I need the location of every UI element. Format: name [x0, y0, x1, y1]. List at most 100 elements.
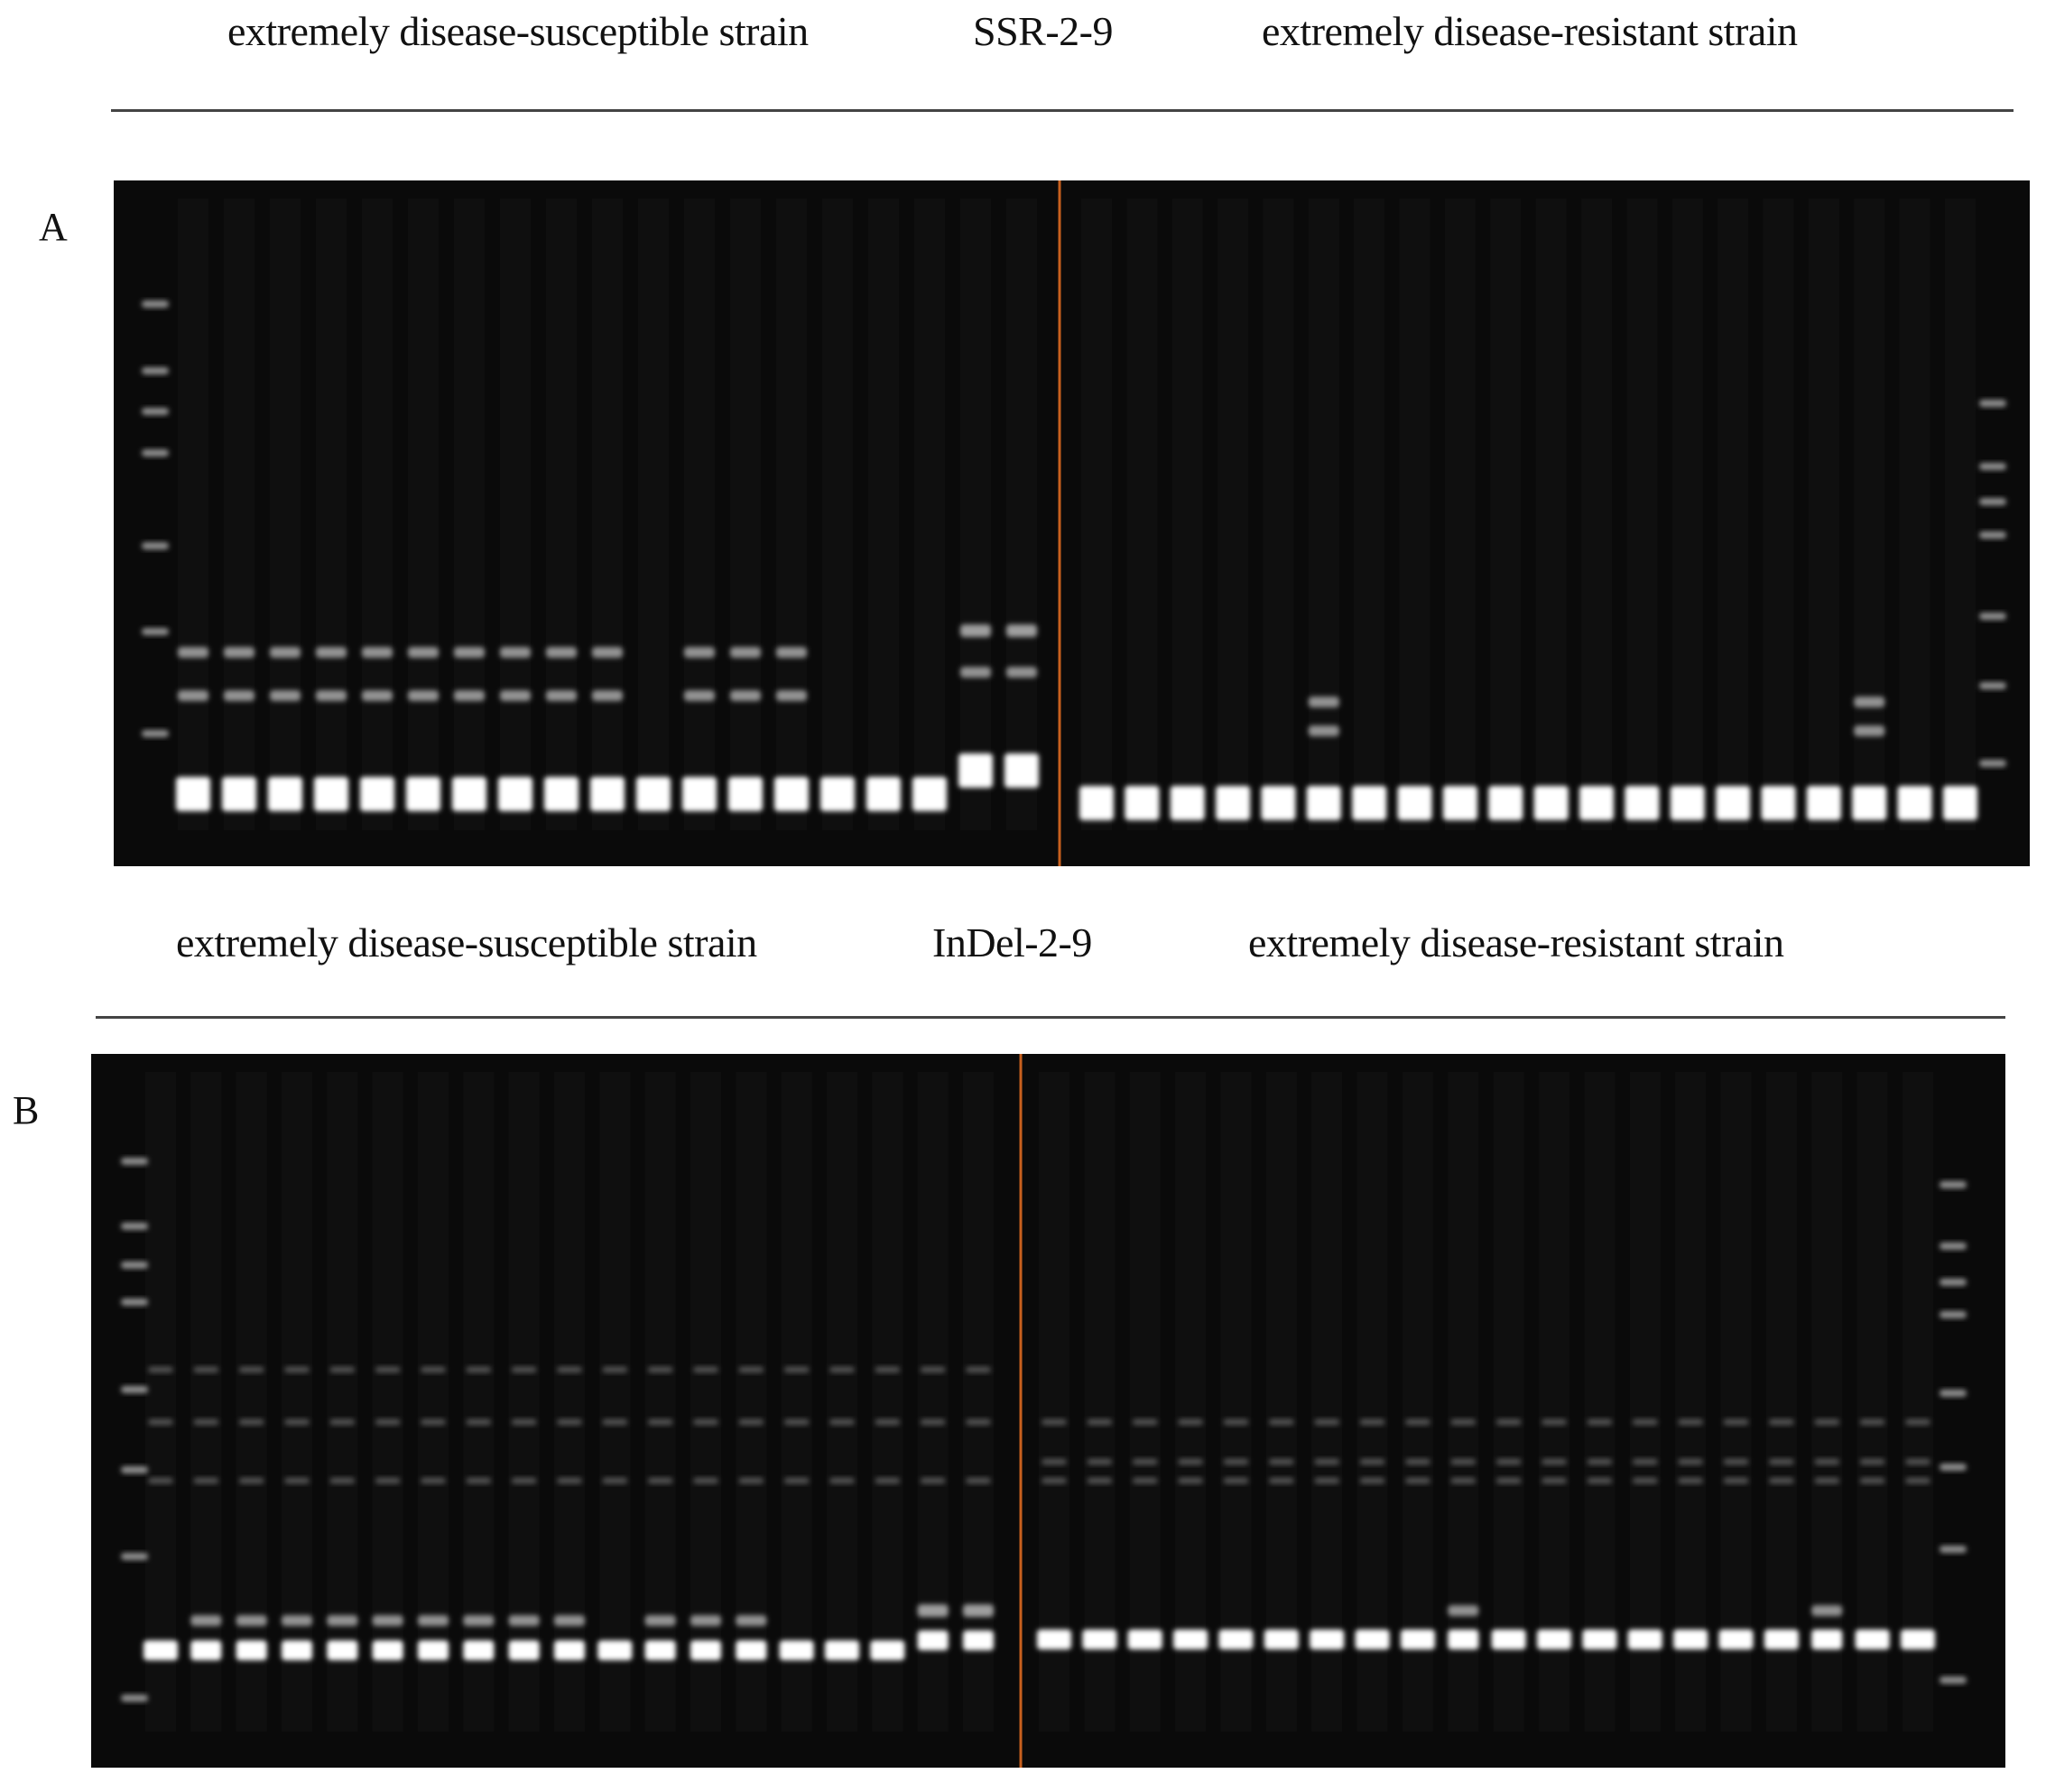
lane-band-secondary: [1587, 1418, 1613, 1426]
lane-band-main: [1852, 786, 1887, 820]
lane-smear: [776, 199, 807, 830]
ladder-band-right: [1940, 1279, 1967, 1286]
lane-band-secondary: [511, 1418, 537, 1426]
lane-band-main: [958, 753, 993, 788]
lane-smear: [730, 199, 761, 830]
lane-band-secondary: [875, 1418, 901, 1426]
lane-band-secondary: [738, 1477, 764, 1484]
lane-band-het-lower: [282, 1640, 312, 1660]
lane-band-secondary: [602, 1418, 628, 1426]
lane-band-het-upper: [554, 1615, 585, 1626]
lane-band-secondary: [1678, 1458, 1704, 1465]
lane-smear: [1217, 199, 1248, 830]
gel-image-a: [114, 180, 2030, 866]
lane-band-main: [1079, 786, 1114, 820]
lane-band-secondary: [148, 1418, 173, 1426]
panel-b-divider-line: [96, 1016, 2005, 1019]
lane-band-het-lower: [270, 690, 301, 701]
lane-band-main: [825, 1640, 859, 1660]
lane-band-secondary: [193, 1477, 219, 1484]
lane-band-main: [1764, 1630, 1799, 1649]
lane-smear: [638, 199, 669, 830]
panel-a-marker-name: SSR-2-9: [973, 8, 1113, 54]
lane-smear: [178, 199, 208, 830]
lane-band-secondary: [1541, 1477, 1568, 1484]
lane-smear: [1626, 199, 1657, 830]
lane-band-secondary: [1587, 1477, 1613, 1484]
lane-band-het-upper: [1006, 624, 1037, 637]
lane-band-secondary: [1178, 1418, 1204, 1426]
lane-band-secondary: [1404, 1458, 1430, 1465]
ladder-band-left: [142, 542, 169, 550]
lane-band-het-lower: [963, 1630, 994, 1650]
lane-band-het-lower: [224, 690, 255, 701]
lane-band-main: [1082, 1630, 1117, 1649]
lane-band-main: [1670, 786, 1705, 820]
lane-band-secondary: [1632, 1418, 1658, 1426]
lane-band-secondary: [1359, 1418, 1385, 1426]
lane-smear: [1672, 199, 1703, 830]
lane-band-het-upper: [454, 647, 485, 658]
lane-band-main: [1125, 786, 1160, 820]
lane-band-het-lower: [690, 1640, 721, 1660]
ladder-band-left: [142, 300, 169, 308]
lane-band-secondary: [1495, 1458, 1522, 1465]
lane-band-secondary: [1268, 1477, 1294, 1484]
lane-band-secondary: [557, 1477, 582, 1484]
lane-band-main: [866, 777, 901, 811]
lane-smear: [822, 199, 853, 830]
panel-a-right-group-label: extremely disease-resistant strain: [1262, 8, 1798, 54]
lane-band-secondary: [1132, 1458, 1158, 1465]
lane-smear: [224, 199, 255, 830]
lane-band-secondary: [1268, 1418, 1294, 1426]
lane-smear: [509, 1072, 540, 1732]
lane-smear: [1006, 199, 1037, 830]
lane-band-het-lower: [236, 1640, 267, 1660]
lane-band-het-lower: [554, 1640, 585, 1660]
lane-band-secondary: [1404, 1418, 1430, 1426]
ladder-band-left: [142, 449, 169, 457]
lane-band-main: [1306, 786, 1341, 820]
lane-band-secondary: [1359, 1477, 1385, 1484]
lane-band-secondary: [1814, 1477, 1840, 1484]
lane-band-secondary: [1859, 1477, 1885, 1484]
lane-band-main: [1533, 786, 1569, 820]
lane-band-het-lower: [960, 667, 991, 678]
lane-band-secondary: [1723, 1477, 1749, 1484]
lane-band-main: [1216, 786, 1251, 820]
lane-band-het-upper: [690, 1615, 721, 1626]
ladder-band-left: [121, 1695, 148, 1702]
ladder-band-left: [142, 730, 169, 737]
lane-band-main: [590, 777, 625, 811]
lane-smear: [1536, 199, 1567, 830]
lane-smear: [282, 1072, 312, 1732]
lane-band-het-lower: [644, 1640, 676, 1660]
lane-band-het-upper: [362, 647, 393, 658]
lane-band-secondary: [829, 1366, 855, 1373]
lane-band-het-lower: [454, 690, 485, 701]
lane-band-het-upper: [736, 1615, 767, 1626]
lane-smear: [1717, 199, 1748, 830]
lane-band-het-lower: [684, 690, 715, 701]
lane-band-het-upper: [224, 647, 255, 658]
ladder-band-left: [142, 367, 169, 374]
lane-smear: [454, 199, 485, 830]
lane-band-het-upper: [270, 647, 301, 658]
lane-band-secondary: [1087, 1418, 1113, 1426]
panel-b-letter: B: [13, 1088, 40, 1132]
lane-band-secondary: [875, 1477, 901, 1484]
lane-band-main: [1170, 786, 1205, 820]
lane-band-secondary: [284, 1477, 310, 1484]
lane-smear: [190, 1072, 221, 1732]
lane-band-main: [1627, 1630, 1662, 1649]
lane-band-het-upper: [316, 647, 347, 658]
lane-band-secondary: [1541, 1418, 1568, 1426]
ladder-band-right: [1940, 1464, 1967, 1471]
lane-band-secondary: [647, 1418, 673, 1426]
lane-smear: [1126, 199, 1157, 830]
lane-band-secondary: [1223, 1458, 1249, 1465]
lane-band-secondary: [1087, 1477, 1113, 1484]
lane-smear: [546, 199, 577, 830]
lane-band-secondary: [238, 1418, 264, 1426]
lane-band-main: [1897, 786, 1932, 820]
